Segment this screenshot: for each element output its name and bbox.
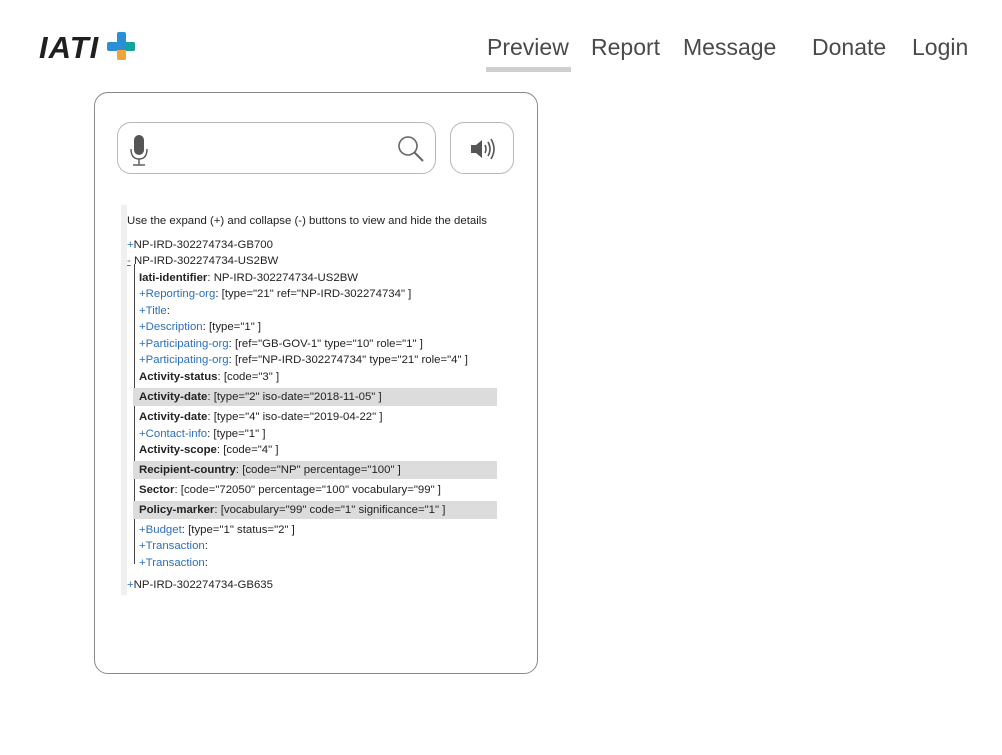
expand-contact-info[interactable]: +Contact-info xyxy=(139,428,207,440)
expand-reporting-org[interactable]: +Reporting-org xyxy=(139,288,215,300)
preview-panel: Use the expand (+) and collapse (-) butt… xyxy=(94,92,538,674)
tree-row-description: +Description: [type="1" ] xyxy=(139,321,262,333)
tree-activity-3: +NP-IRD-302274734-GB635 xyxy=(127,577,273,594)
tree-row-sector: Sector: [code="72050" percentage="100" v… xyxy=(139,484,441,496)
tree-row-participating-org: +Participating-org: [ref="GB-GOV-1" type… xyxy=(139,338,423,350)
expand-transaction[interactable]: +Transaction xyxy=(139,540,205,552)
tree-row-policy-marker: Policy-marker: [vocabulary="99" code="1"… xyxy=(133,501,497,519)
logo-plus-icon xyxy=(105,30,137,62)
expand-participating-org[interactable]: +Participating-org xyxy=(139,338,229,350)
expand-hint: Use the expand (+) and collapse (-) butt… xyxy=(127,215,487,227)
expand-title[interactable]: +Title xyxy=(139,305,167,317)
expand-toggle[interactable]: + xyxy=(127,239,134,251)
tree-row-transaction: +Transaction: xyxy=(139,540,208,552)
tree-row-activity-status: Activity-status: [code="3" ] xyxy=(139,371,280,383)
tree-row-transaction: +Transaction: xyxy=(139,557,208,569)
nav-preview[interactable]: Preview xyxy=(487,32,569,62)
expand-budget[interactable]: +Budget xyxy=(139,524,182,536)
expand-description[interactable]: +Description xyxy=(139,321,203,333)
tree-row-iati-identifier: Iati-identifier: NP-IRD-302274734-US2BW xyxy=(139,272,359,284)
activity-id: NP-IRD-302274734-US2BW xyxy=(133,255,279,267)
expand-toggle[interactable]: + xyxy=(127,579,134,591)
iati-logo[interactable]: IATI xyxy=(39,30,137,66)
nav-donate[interactable]: Donate xyxy=(812,32,886,62)
nav-login[interactable]: Login xyxy=(912,32,968,62)
expand-transaction[interactable]: +Transaction xyxy=(139,557,205,569)
speaker-button[interactable] xyxy=(450,122,514,174)
tree-row-reporting-org: +Reporting-org: [type="21" ref="NP-IRD-3… xyxy=(139,288,412,300)
tree-activity-1: +NP-IRD-302274734-GB700 xyxy=(127,237,273,254)
expand-participating-org[interactable]: +Participating-org xyxy=(139,354,229,366)
activity-id: NP-IRD-302274734-GB635 xyxy=(133,579,273,591)
tree-activity-2: - NP-IRD-302274734-US2BW xyxy=(127,253,278,270)
nav-message[interactable]: Message xyxy=(683,32,776,62)
tree-row-activity-scope: Activity-scope: [code="4" ] xyxy=(139,444,279,456)
tree-row-contact-info: +Contact-info: [type="1" ] xyxy=(139,428,266,440)
activity-id: NP-IRD-302274734-GB700 xyxy=(133,239,273,251)
tree-row-activity-date: Activity-date: [type="2" iso-date="2018-… xyxy=(133,388,497,406)
speaker-icon xyxy=(471,138,495,160)
tree-row-title: +Title: xyxy=(139,305,170,317)
microphone-icon[interactable] xyxy=(130,135,148,167)
tree-row-activity-date: Activity-date: [type="4" iso-date="2019-… xyxy=(139,411,383,423)
tree-row-budget: +Budget: [type="1" status="2" ] xyxy=(139,524,295,536)
magnifier-icon[interactable] xyxy=(397,135,425,163)
logo-text: IATI xyxy=(39,30,100,65)
tree-branch-line xyxy=(134,264,135,564)
search-input[interactable] xyxy=(117,122,436,174)
tree-row-participating-org: +Participating-org: [ref="NP-IRD-3022747… xyxy=(139,354,468,366)
tree-row-recipient-country: Recipient-country: [code="NP" percentage… xyxy=(133,461,497,479)
active-nav-indicator xyxy=(486,67,571,72)
collapse-toggle[interactable]: - xyxy=(127,255,131,267)
nav-report[interactable]: Report xyxy=(591,32,660,62)
